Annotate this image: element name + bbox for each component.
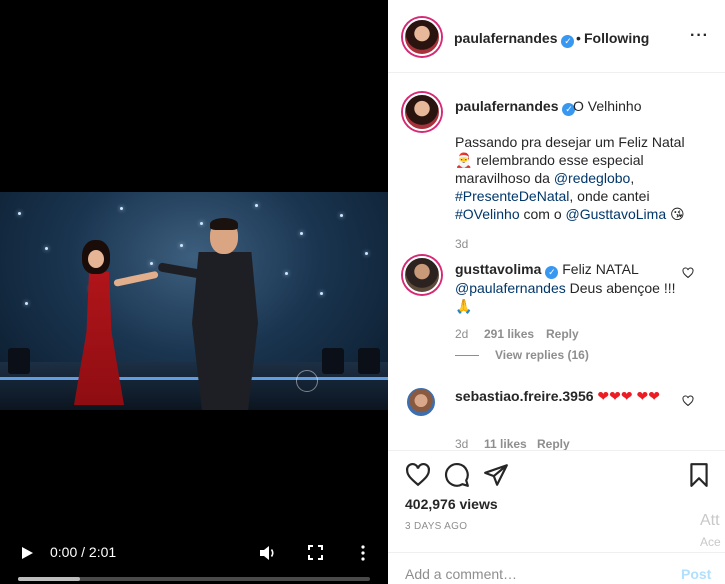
video-panel[interactable]: 0:00 / 2:01: [0, 0, 388, 584]
more-vertical-icon[interactable]: [358, 545, 368, 561]
video-time: 0:00 / 2:01: [50, 544, 117, 560]
caption-title: O Velhinho: [573, 98, 642, 114]
video-frame[interactable]: [0, 192, 388, 410]
stage-light: [150, 262, 153, 265]
post-time-ago[interactable]: 3 DAYS AGO: [405, 521, 467, 532]
volume-icon[interactable]: [259, 545, 277, 561]
stage-light: [120, 207, 123, 210]
mention-link[interactable]: @GusttavoLima: [566, 206, 667, 222]
verified-badge-icon: ✓: [545, 266, 559, 279]
video-progress-buffered: [18, 577, 80, 581]
comment-time[interactable]: 2d: [455, 327, 468, 341]
fullscreen-icon[interactable]: [308, 545, 323, 560]
mention-link[interactable]: @redeglobo: [554, 170, 631, 186]
share-icon[interactable]: [483, 462, 509, 488]
avatar[interactable]: [403, 18, 441, 56]
caption-text-part: 😘: [666, 206, 685, 222]
view-replies-button[interactable]: View replies (16): [495, 348, 589, 362]
comment-icon[interactable]: [444, 462, 470, 488]
spotlight: [322, 348, 344, 374]
header-username-text[interactable]: paulafernandes: [454, 30, 557, 46]
verified-badge-icon: ✓: [561, 35, 575, 48]
comment-like-heart-icon[interactable]: [682, 395, 694, 407]
comment-time[interactable]: 3d: [455, 437, 468, 451]
avatar[interactable]: [405, 386, 437, 418]
spotlight: [358, 348, 380, 374]
comment-likes[interactable]: 291 likes: [484, 327, 534, 341]
bookmark-icon[interactable]: [686, 462, 712, 488]
add-comment-input[interactable]: Add a comment…: [405, 566, 517, 582]
video-progress-bar[interactable]: [18, 577, 370, 581]
caption-text-part: com o: [519, 206, 566, 222]
header-dot-separator: •: [576, 30, 581, 46]
stage-light: [320, 292, 323, 295]
avatar[interactable]: [403, 93, 441, 131]
overlay-text: Ace: [700, 535, 721, 549]
caption-username[interactable]: paulafernandes ✓: [455, 98, 576, 116]
comment-text-part: ❤❤❤ ❤❤: [593, 388, 660, 404]
mention-link[interactable]: @paulafernandes: [455, 280, 566, 296]
spotlight: [8, 348, 30, 374]
caption-text-part: ,: [630, 170, 635, 186]
views-count[interactable]: 402,976 views: [405, 496, 498, 512]
stage-light: [25, 302, 28, 305]
caption-time[interactable]: 3d: [455, 237, 468, 251]
stage-light: [285, 272, 288, 275]
view-replies-line: [455, 355, 479, 356]
comment-text: sebastiao.freire.3956 ❤❤❤ ❤❤: [455, 387, 680, 405]
play-icon[interactable]: [20, 546, 34, 560]
stage-light: [255, 204, 258, 207]
overlay-text: Att: [700, 512, 720, 529]
stage-light: [300, 232, 303, 235]
comment-text: gusttavolima ✓ Feliz NATAL @paulafernande…: [455, 260, 680, 315]
performer-woman: [68, 240, 159, 405]
comment-likes[interactable]: 11 likes: [484, 437, 527, 451]
caption-text: Passando pra desejar um Feliz Natal 🎅 re…: [455, 133, 705, 223]
avatar[interactable]: [403, 256, 441, 294]
comment-like-heart-icon[interactable]: [682, 267, 694, 279]
stage-light: [365, 252, 368, 255]
reply-button[interactable]: Reply: [537, 437, 570, 451]
comment-text-part: Feliz NATAL: [558, 261, 639, 277]
caption-text-part: , onde cantei: [569, 188, 650, 204]
stage-light: [45, 247, 48, 250]
comment-username[interactable]: gusttavolima: [455, 261, 541, 277]
performer-man: [157, 218, 278, 410]
hashtag-link[interactable]: #OVelinho: [455, 206, 520, 222]
caption-username-text[interactable]: paulafernandes: [455, 98, 558, 114]
stage-light: [18, 212, 21, 215]
watermark-icon: [296, 370, 318, 392]
reply-button[interactable]: Reply: [546, 327, 579, 341]
more-options-icon[interactable]: ···: [690, 27, 709, 45]
hashtag-link[interactable]: #PresenteDeNatal: [455, 188, 569, 204]
post-comment-button[interactable]: Post: [681, 566, 711, 582]
header-username[interactable]: paulafernandes ✓: [454, 30, 575, 48]
heart-icon[interactable]: [405, 462, 431, 488]
following-button[interactable]: Following: [584, 30, 649, 46]
stage-light: [340, 214, 343, 217]
comment-username[interactable]: sebastiao.freire.3956: [455, 388, 594, 404]
